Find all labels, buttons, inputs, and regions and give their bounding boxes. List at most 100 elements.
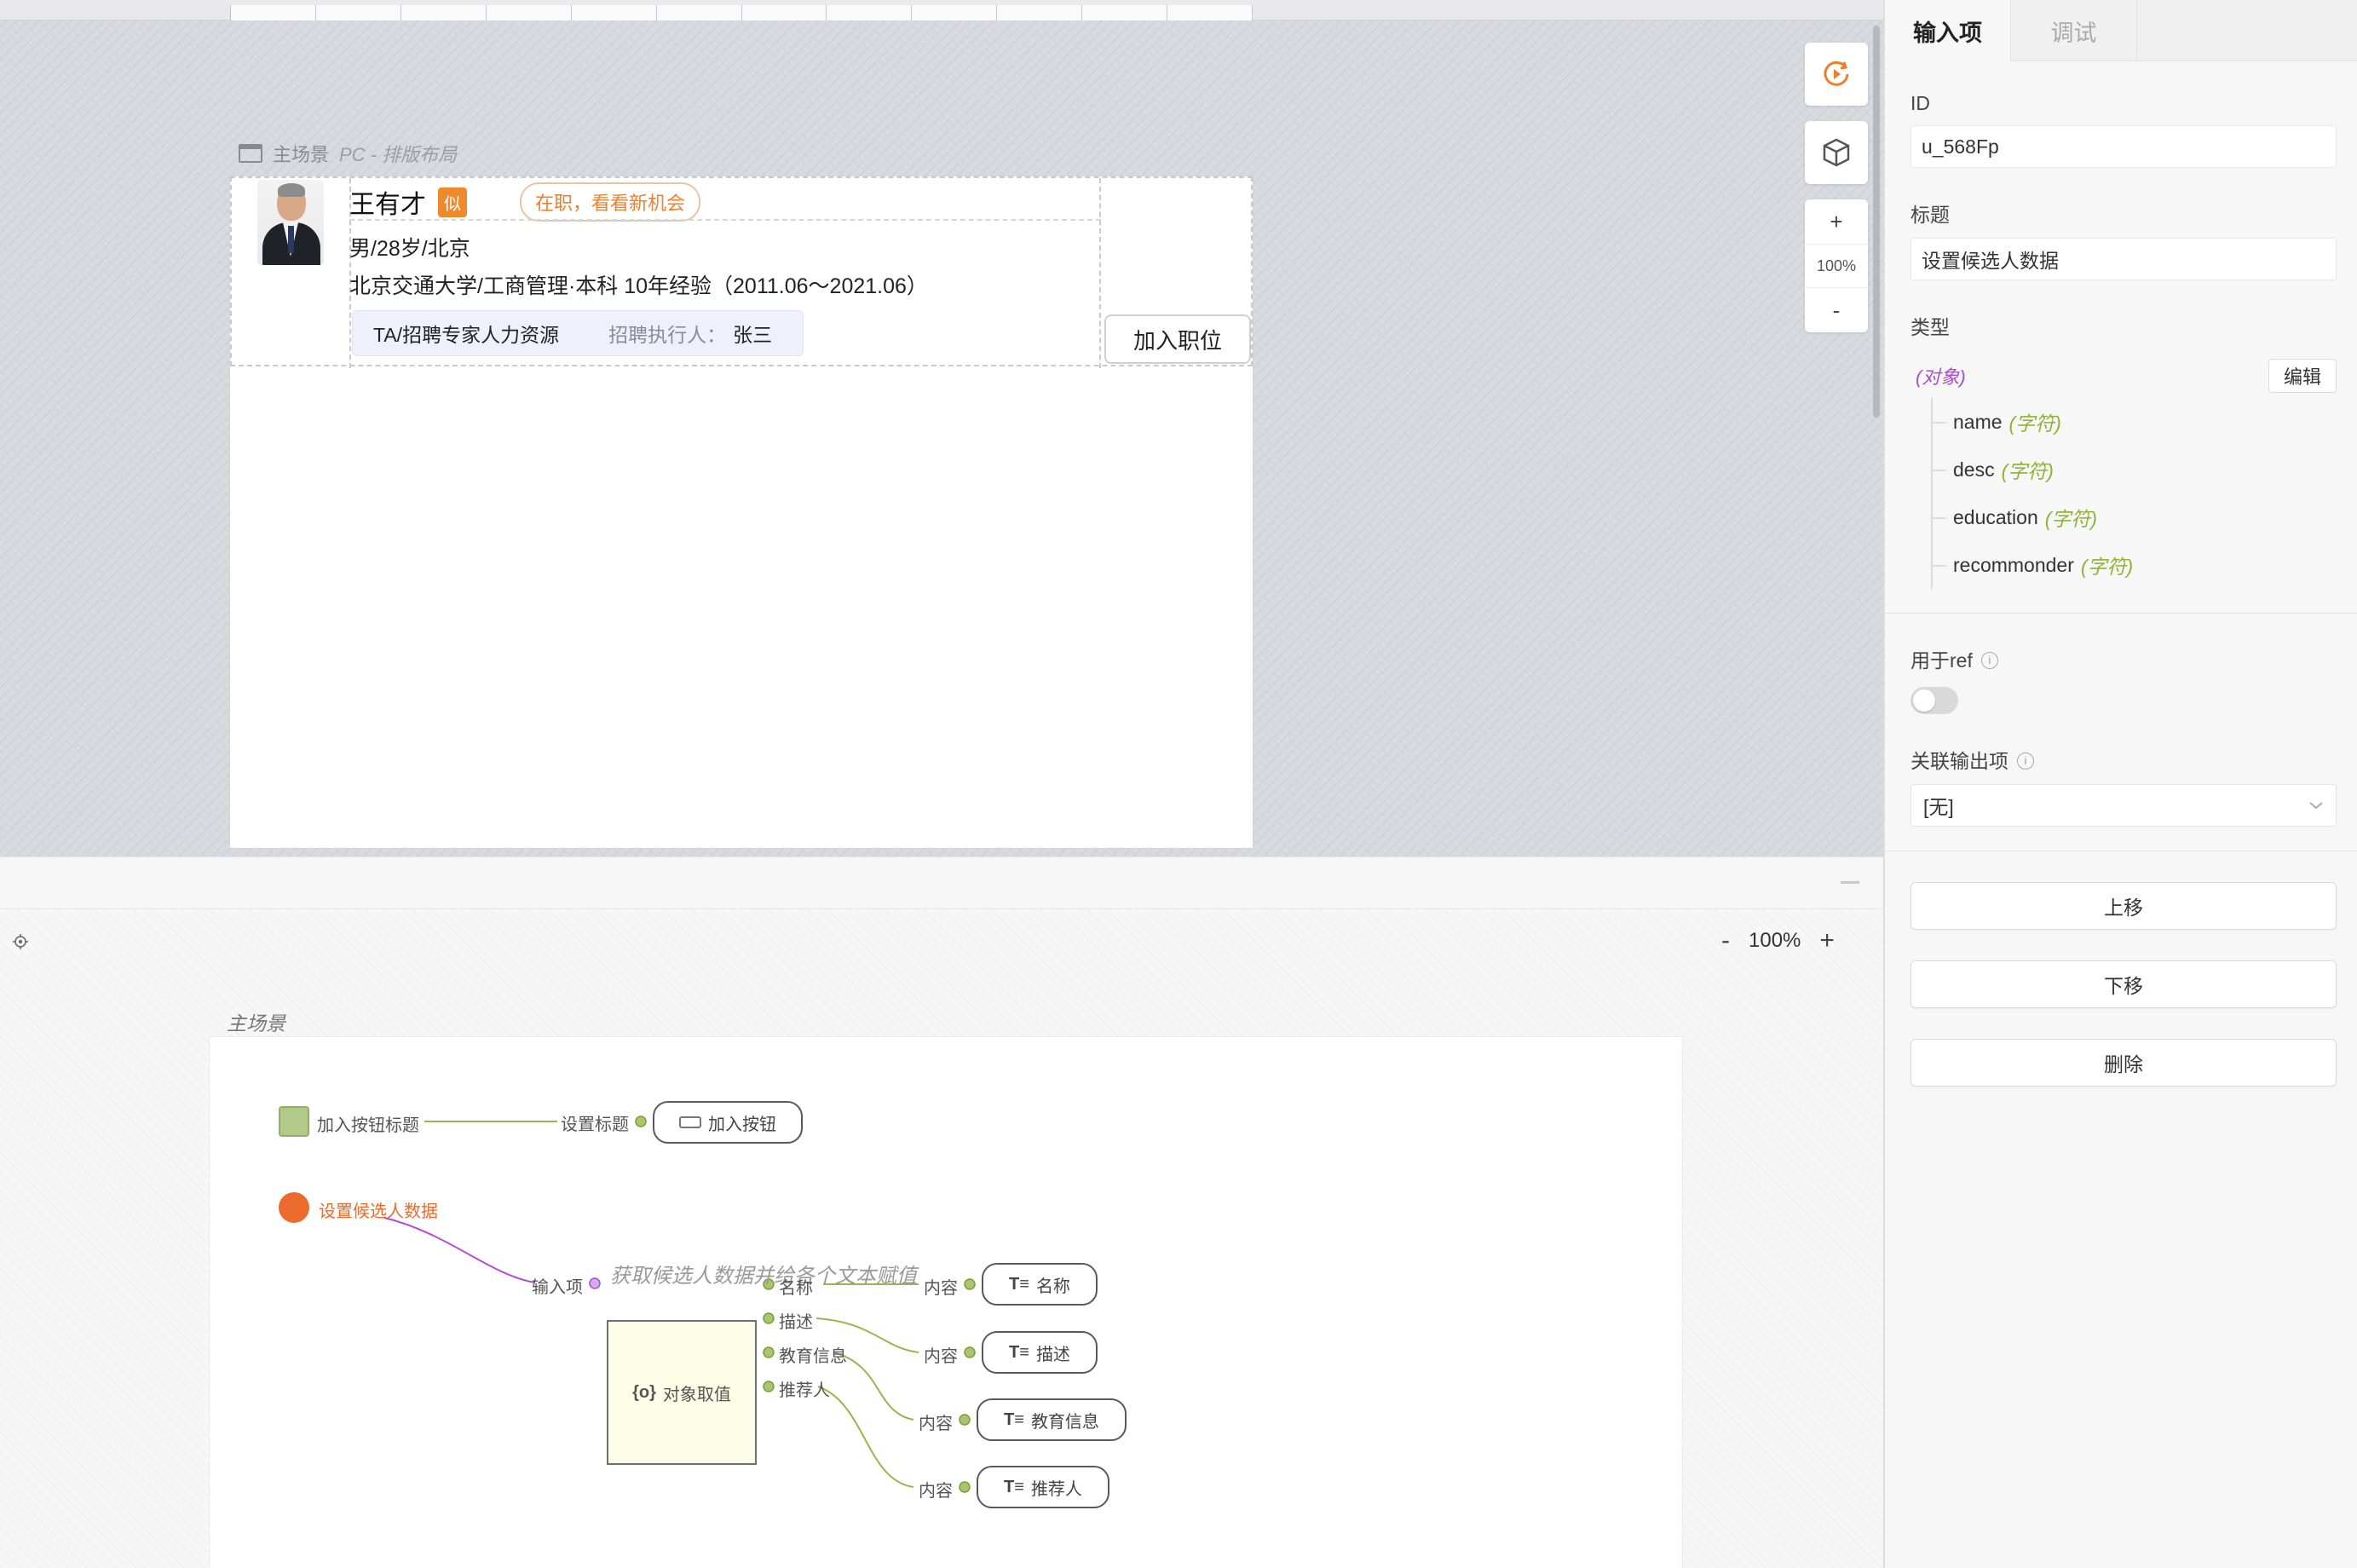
- divider: [1885, 613, 2357, 614]
- input-item-label: 输入项: [532, 1278, 583, 1297]
- edit-type-button[interactable]: 编辑: [2268, 359, 2337, 393]
- info-icon[interactable]: i: [1980, 652, 1998, 669]
- join-button-component[interactable]: 加入按钮: [653, 1101, 803, 1144]
- type-object: (对象): [1916, 366, 1966, 388]
- object-getter-box[interactable]: {o} 对象取值: [607, 1320, 757, 1465]
- title-label: 标题: [1910, 204, 1950, 226]
- top-ruler: [0, 0, 1883, 20]
- zoom-level: 100%: [1805, 244, 1868, 288]
- logic-zoom-out-button[interactable]: -: [1721, 926, 1730, 955]
- type-label: 类型: [1910, 316, 1950, 338]
- text-component-desc-label: 描述: [1035, 1345, 1070, 1364]
- chevron-down-icon: [2309, 802, 2323, 810]
- wire-input: [383, 1217, 536, 1283]
- text-component-name[interactable]: T≡ 名称: [982, 1263, 1098, 1306]
- move-up-button[interactable]: 上移: [1910, 882, 2337, 930]
- port-input-item: [589, 1277, 601, 1289]
- type-field: name (字符): [1933, 398, 2337, 446]
- assoc-output-value: [无]: [1923, 796, 1954, 818]
- text-component-recommender[interactable]: T≡ 推荐人: [977, 1466, 1109, 1508]
- set-title-label: 设置标题: [561, 1115, 629, 1134]
- zoom-control: + 100% -: [1805, 199, 1868, 332]
- collapse-icon[interactable]: [1841, 881, 1859, 884]
- page-frame[interactable]: 王有才 似 在职，看看新机会 男/28岁/北京 北京交通大学/工商管理·本科 1…: [230, 176, 1253, 848]
- input-join-title[interactable]: 加入按钮标题: [317, 1111, 419, 1136]
- type-field: education (字符): [1933, 493, 2337, 541]
- content-label-2: 内容: [924, 1347, 958, 1366]
- design-canvas[interactable]: 主场景 PC - 排版布局 王有才 似 在职，看看新机会 男/28岁/北京 北京…: [0, 0, 1883, 856]
- content-label-1: 内容: [924, 1279, 958, 1298]
- id-field[interactable]: u_568Fp: [1910, 125, 2337, 168]
- zoom-in-button[interactable]: +: [1805, 199, 1868, 244]
- exec-name: 张三: [733, 324, 773, 346]
- 3d-view-button[interactable]: [1805, 121, 1868, 184]
- candidate-card[interactable]: 王有才 似 在职，看看新机会 男/28岁/北京 北京交通大学/工商管理·本科 1…: [230, 176, 1253, 368]
- text-component-education[interactable]: T≡ 教育信息: [977, 1398, 1127, 1441]
- canvas-scrollbar[interactable]: [1873, 26, 1880, 418]
- input-node-circle: [279, 1192, 309, 1223]
- name-line: 王有才 似 在职，看看新机会: [349, 182, 701, 222]
- content-label-4: 内容: [919, 1482, 953, 1501]
- recommender-pill[interactable]: TA/招聘专家人力资源 招聘执行人： 张三: [352, 310, 804, 356]
- ref-label: 用于ref i: [1910, 644, 2337, 673]
- preview-button[interactable]: [1805, 43, 1868, 106]
- type-row: (对象) 编辑: [1910, 359, 2337, 393]
- logic-scene-label: 主场景: [227, 1012, 285, 1035]
- input-node-square: [279, 1106, 309, 1137]
- logic-canvas[interactable]: - 100% + 主场景 加入按钮标题 设置标题 加入按钮 设置候选人数据 获取…: [0, 909, 1883, 1568]
- scene-name: 主场景: [273, 144, 330, 165]
- title-field[interactable]: 设置候选人数据: [1910, 238, 2337, 280]
- clapperboard-icon: [239, 144, 262, 163]
- logic-zoom-control: - 100% +: [1721, 926, 1835, 955]
- panel-splitter[interactable]: [0, 856, 1883, 909]
- candidate-desc[interactable]: 男/28岁/北京: [349, 232, 470, 262]
- logic-zoom-in-button[interactable]: +: [1819, 926, 1835, 955]
- join-position-button[interactable]: 加入职位: [1104, 314, 1251, 364]
- type-tree: name (字符) desc (字符) education (字符) recommon…: [1931, 398, 2337, 589]
- zoom-out-button[interactable]: -: [1805, 288, 1868, 332]
- delete-button[interactable]: 删除: [1910, 1039, 2337, 1087]
- tab-input[interactable]: 输入项: [1885, 0, 2011, 61]
- ruler-ticks: [230, 5, 1253, 20]
- play-circle-icon: [1824, 61, 1849, 86]
- input-set-candidate[interactable]: 设置候选人数据: [319, 1197, 438, 1222]
- output-name: 名称: [779, 1279, 813, 1298]
- text-component-desc[interactable]: T≡ 描述: [982, 1331, 1098, 1374]
- tab-debug[interactable]: 调试: [2011, 0, 2137, 61]
- property-panel: 输入项 调试 ID u_568Fp 标题 设置候选人数据 类型 (对象) 编辑 …: [1883, 0, 2357, 1568]
- logic-comment[interactable]: 获取候选人数据并给各个文本赋值: [610, 1259, 917, 1288]
- logic-frame[interactable]: 加入按钮标题 设置标题 加入按钮 设置候选人数据 获取候选人数据并给各个文本赋值…: [210, 1037, 1682, 1568]
- assoc-output-select[interactable]: [无]: [1910, 784, 2337, 827]
- join-button-component-label: 加入按钮: [708, 1115, 776, 1134]
- scene-label: 主场景 PC - 排版布局: [239, 140, 457, 167]
- output-desc: 描述: [779, 1313, 813, 1332]
- cube-icon: [1823, 138, 1850, 167]
- type-field: recommonder (字符): [1933, 541, 2337, 589]
- info-icon[interactable]: i: [2017, 752, 2034, 770]
- divider: [1885, 850, 2357, 851]
- content-label-3: 内容: [919, 1415, 953, 1433]
- panel-tabs: 输入项 调试: [1885, 0, 2357, 61]
- locate-icon[interactable]: [12, 933, 29, 950]
- ref-toggle[interactable]: [1910, 687, 1958, 714]
- object-getter-label: 对象取值: [662, 1385, 731, 1404]
- avatar: [257, 180, 324, 265]
- move-down-button[interactable]: 下移: [1910, 960, 2337, 1008]
- id-label: ID: [1910, 92, 1930, 114]
- action-section: 上移 下移 删除: [1885, 882, 2357, 1087]
- text-icon: T≡: [1004, 1477, 1024, 1496]
- status-tag[interactable]: 在职，看看新机会: [520, 182, 701, 222]
- object-icon: {o}: [632, 1382, 656, 1402]
- logic-zoom-level: 100%: [1749, 929, 1801, 952]
- similar-badge: 似: [438, 187, 467, 217]
- candidate-name[interactable]: 王有才: [349, 183, 426, 221]
- text-icon: T≡: [1004, 1409, 1024, 1429]
- text-component-name-label: 名称: [1035, 1277, 1070, 1296]
- text-icon: T≡: [1009, 1342, 1029, 1362]
- output-recommender: 推荐人: [779, 1381, 830, 1400]
- name-divider: [349, 219, 1101, 221]
- candidate-education[interactable]: 北京交通大学/工商管理·本科 10年经验（2011.06～2021.06）: [349, 269, 928, 300]
- text-icon: T≡: [1009, 1274, 1029, 1294]
- property-form: ID u_568Fp 标题 设置候选人数据 类型 (对象) 编辑 name (字符…: [1885, 92, 2357, 589]
- text-component-recommender-label: 推荐人: [1030, 1479, 1082, 1499]
